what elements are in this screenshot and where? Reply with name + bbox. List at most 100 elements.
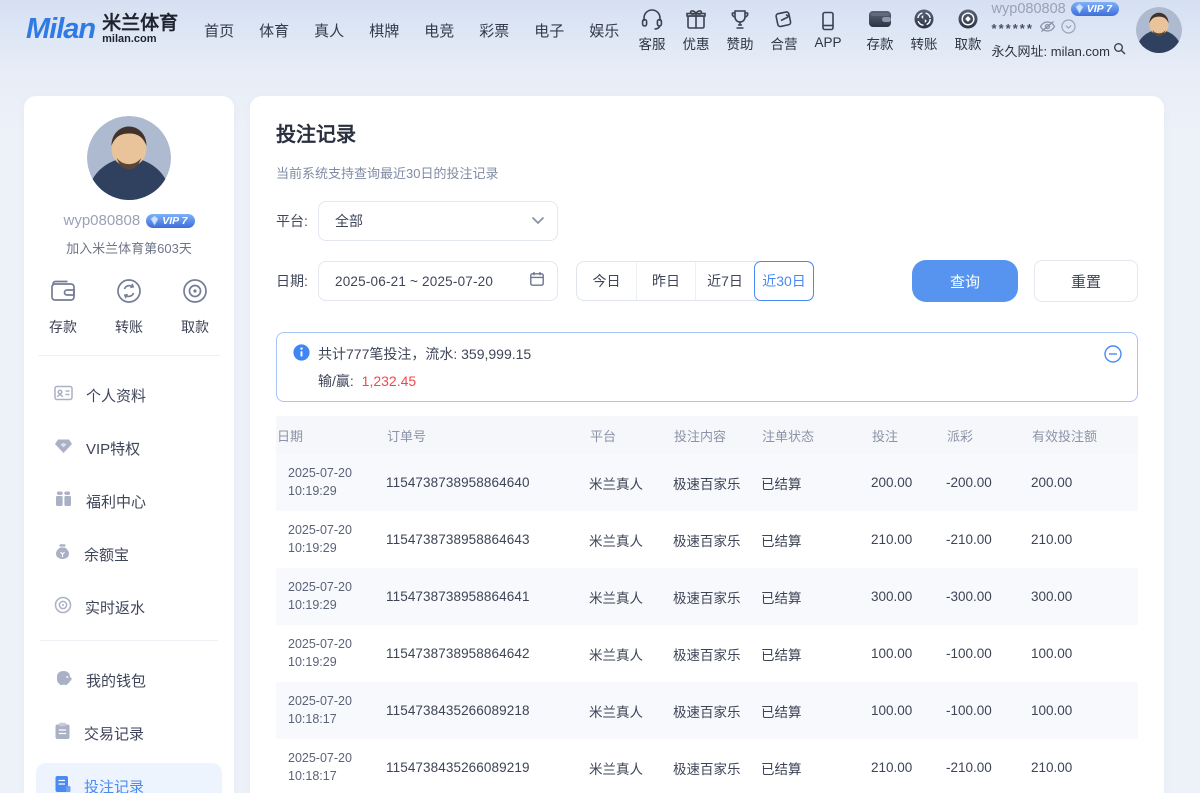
table-header-cell: 投注内容 — [673, 426, 761, 445]
table-row[interactable]: 2025-07-2010:19:29 1154738738958864642 米… — [276, 625, 1138, 682]
chevron-down-circle-icon[interactable] — [1061, 19, 1076, 39]
diamond-icon — [54, 438, 73, 459]
sidebar-transfer-button[interactable]: 转账 — [114, 277, 144, 337]
date-range-value: 2025-06-21 ~ 2025-07-20 — [335, 274, 529, 289]
app-button[interactable]: APP — [815, 10, 842, 50]
table-row[interactable]: 2025-07-2010:18:17 1154738435266089219 米… — [276, 739, 1138, 793]
nav-item[interactable]: 电竞 — [424, 20, 454, 41]
sidebar-withdraw-button[interactable]: 取款 — [180, 277, 210, 337]
nav-item[interactable]: 娱乐 — [589, 20, 619, 41]
sidebar-item-profile[interactable]: 个人资料 — [36, 372, 222, 418]
table-header-cell: 注单状态 — [761, 426, 871, 445]
cell-platform: 米兰真人 — [589, 473, 673, 493]
sidebar-item-transactions[interactable]: 交易记录 — [36, 710, 222, 756]
cell-order-no: 1154738738958864643 — [386, 532, 589, 547]
magnifier-icon[interactable] — [1113, 42, 1126, 58]
piggy-wallet-icon — [54, 669, 73, 691]
nav-item[interactable]: 棋牌 — [369, 20, 399, 41]
quick-date-button[interactable]: 近7日 — [695, 262, 754, 300]
table-header-row: 日期订单号平台投注内容注单状态投注派彩有效投注额 — [276, 416, 1138, 454]
promo-button[interactable]: 优惠 — [683, 8, 710, 53]
bets-table: 日期订单号平台投注内容注单状态投注派彩有效投注额 2025-07-2010:19… — [276, 416, 1138, 793]
logo-script-text: Milan — [26, 15, 95, 44]
sidebar-item-yuebao[interactable]: 余额宝 — [36, 531, 222, 577]
transfer-dark-button[interactable]: 转账 — [911, 8, 938, 53]
cell-valid: 210.00 — [1031, 760, 1138, 775]
cell-order-no: 1154738435266089219 — [386, 760, 589, 775]
deposit-button[interactable]: 存款 — [867, 8, 894, 53]
quick-date-button[interactable]: 昨日 — [636, 262, 695, 300]
quick-date-button[interactable]: 近30日 — [754, 262, 813, 300]
cell-valid: 200.00 — [1031, 475, 1138, 490]
cell-payout: -210.00 — [946, 760, 1031, 775]
eye-off-icon[interactable] — [1039, 20, 1056, 38]
cell-bet: 100.00 — [871, 703, 946, 718]
cell-datetime: 2025-07-2010:18:17 — [276, 693, 386, 728]
sidebar-item-vip[interactable]: VIP特权 — [36, 425, 222, 471]
table-body: 2025-07-2010:19:29 1154738738958864640 米… — [276, 454, 1138, 793]
table-row[interactable]: 2025-07-2010:18:17 1154738435266089218 米… — [276, 682, 1138, 739]
phone-icon — [816, 10, 840, 32]
sidebar-item-welfare[interactable]: 福利中心 — [36, 478, 222, 524]
nav-item[interactable]: 体育 — [259, 20, 289, 41]
search-button[interactable]: 查询 — [912, 260, 1018, 302]
table-row[interactable]: 2025-07-2010:19:29 1154738738958864641 米… — [276, 568, 1138, 625]
cell-datetime: 2025-07-2010:19:29 — [276, 636, 386, 671]
user-summary[interactable]: wyp080808 VIP 7 ****** 永久网址: milan.com — [992, 1, 1126, 60]
cell-status: 已结算 — [761, 701, 871, 721]
cell-content: 极速百家乐 — [673, 587, 761, 607]
cell-platform: 米兰真人 — [589, 587, 673, 607]
sidebar-avatar[interactable] — [87, 116, 171, 200]
nav-item[interactable]: 首页 — [204, 20, 234, 41]
cell-content: 极速百家乐 — [673, 701, 761, 721]
nav-item[interactable]: 电子 — [534, 20, 564, 41]
sidebar-item-rebate[interactable]: 实时返水 — [36, 584, 222, 630]
cell-valid: 100.00 — [1031, 646, 1138, 661]
balance-mask: ****** — [992, 21, 1034, 36]
platform-select[interactable]: 全部 — [318, 201, 558, 241]
table-row[interactable]: 2025-07-2010:19:29 1154738738958864640 米… — [276, 454, 1138, 511]
cell-bet: 200.00 — [871, 475, 946, 490]
cell-payout: -210.00 — [946, 532, 1031, 547]
sidebar-item-wallet[interactable]: 我的钱包 — [36, 657, 222, 703]
permanent-url-text: 永久网址: milan.com — [992, 41, 1110, 60]
cell-content: 极速百家乐 — [673, 644, 761, 664]
cell-order-no: 1154738738958864641 — [386, 589, 589, 604]
support-button[interactable]: 客服 — [639, 8, 666, 53]
date-range-input[interactable]: 2025-06-21 ~ 2025-07-20 — [318, 261, 558, 301]
logo-cn-text: 米兰体育 — [102, 14, 178, 34]
cell-status: 已结算 — [761, 587, 871, 607]
table-header-cell: 平台 — [589, 426, 673, 445]
trophy-icon — [728, 8, 752, 30]
gift-icon — [684, 8, 708, 30]
nav-item[interactable]: 真人 — [314, 20, 344, 41]
sidebar-item-bets[interactable]: 投注记录 — [36, 763, 222, 793]
cell-order-no: 1154738738958864642 — [386, 646, 589, 661]
sidebar-deposit-button[interactable]: 存款 — [48, 277, 78, 337]
withdraw-outline-icon — [180, 277, 210, 310]
brand-logo[interactable]: Milan 米兰体育 milan.com — [26, 14, 178, 45]
page-title: 投注记录 — [276, 118, 1138, 147]
withdraw-dark-button[interactable]: 取款 — [955, 8, 982, 53]
cell-content: 极速百家乐 — [673, 473, 761, 493]
clipboard-icon — [54, 722, 71, 745]
table-header-cell: 日期 — [276, 426, 386, 445]
quick-date-button[interactable]: 今日 — [577, 262, 636, 300]
nav-item[interactable]: 彩票 — [479, 20, 509, 41]
collapse-icon[interactable] — [1103, 344, 1123, 369]
money-bag-icon — [54, 543, 71, 565]
avatar[interactable] — [1136, 7, 1182, 53]
topbar: Milan 米兰体育 milan.com 首页 体育 真人 棋牌 电竞 彩票 电子 娱乐 客服… — [0, 0, 1200, 60]
sponsor-button[interactable]: 赞助 — [727, 8, 754, 53]
vip-badge: VIP 7 — [1071, 2, 1119, 16]
loss-label: 输/赢: — [318, 373, 354, 389]
cell-status: 已结算 — [761, 644, 871, 664]
table-row[interactable]: 2025-07-2010:19:29 1154738738958864643 米… — [276, 511, 1138, 568]
id-card-icon — [54, 385, 73, 406]
info-icon — [293, 344, 310, 364]
cell-payout: -200.00 — [946, 475, 1031, 490]
table-header-cell: 投注 — [871, 426, 946, 445]
reset-button[interactable]: 重置 — [1034, 260, 1138, 302]
partner-button[interactable]: 合营 — [771, 8, 798, 53]
cell-status: 已结算 — [761, 530, 871, 550]
